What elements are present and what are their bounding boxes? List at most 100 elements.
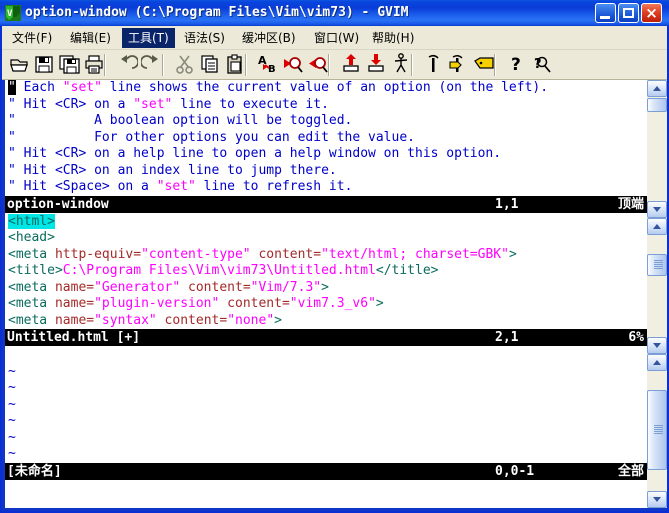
text-segment: "none" xyxy=(227,312,275,328)
text-line: <title>C:\Program Files\Vim\vim73\Untitl… xyxy=(8,263,439,279)
text-segment: </title> xyxy=(375,263,439,278)
minimize-button[interactable] xyxy=(595,3,616,23)
open-icon[interactable] xyxy=(8,53,32,77)
menu-item-5[interactable]: 窗口(W) xyxy=(308,28,365,48)
text-segment: <meta xyxy=(8,296,55,311)
text-line: ~ xyxy=(8,446,16,462)
minimize-icon xyxy=(600,16,610,19)
text-segment: Each xyxy=(15,80,63,95)
save-icon[interactable] xyxy=(33,53,57,77)
text-segment: > xyxy=(375,296,384,311)
save-all-icon[interactable] xyxy=(58,53,82,77)
text-line: " Hit <CR> on an index line to jump ther… xyxy=(8,163,337,179)
find-replace-icon[interactable]: AB xyxy=(257,53,281,77)
menu-item-6[interactable]: 帮助(H) xyxy=(366,28,420,48)
find-next-icon[interactable] xyxy=(282,53,306,77)
text-line: ~ xyxy=(8,413,16,429)
status-line: option-window 1,1 顶端 xyxy=(5,195,647,213)
text-segment: C:\Program Files\Vim\vim73\Untitled.html xyxy=(62,263,376,278)
status-pos: 0,0-1 xyxy=(495,463,535,479)
text-segment: " For other options you can edit the val… xyxy=(8,129,415,145)
scrollbar-track[interactable] xyxy=(647,235,667,337)
text-segment: ~ xyxy=(8,396,16,412)
text-line: <meta name="Generator" content="Vim/7.3"… xyxy=(8,280,329,296)
scrollbar-grip xyxy=(654,260,663,270)
text-line: ~ xyxy=(8,397,16,413)
scrollbar-track[interactable] xyxy=(647,97,667,201)
status-pos: 2,1 xyxy=(495,330,519,345)
text-segment: <meta xyxy=(8,312,55,328)
menu-item-0[interactable]: 文件(F) xyxy=(6,28,58,48)
scrollbar-unnamed[interactable] xyxy=(647,354,667,508)
text-line: " Each "set" line shows the current valu… xyxy=(8,80,548,96)
close-button[interactable]: × xyxy=(641,3,662,23)
scroll-down-arrow-icon[interactable] xyxy=(647,337,667,354)
text-segment: "set" xyxy=(62,80,102,95)
text-line: ~ xyxy=(8,380,16,396)
text-segment: line to execute it. xyxy=(172,96,329,112)
text-segment: line shows the current value of an optio… xyxy=(101,80,549,95)
text-line: <meta name="plugin-version" content="vim… xyxy=(8,296,384,312)
text-segment: " Hit <Space> on a xyxy=(8,179,157,194)
scrollbar-thumb[interactable] xyxy=(647,254,667,276)
text-segment: content= xyxy=(156,312,228,328)
help-icon[interactable]: ? xyxy=(506,53,530,77)
status-pct: 顶端 xyxy=(617,196,644,212)
text-segment: http-equiv= xyxy=(54,246,142,262)
text-segment: <title> xyxy=(8,263,63,278)
text-segment: ~ xyxy=(8,446,16,461)
scroll-down-arrow-icon[interactable] xyxy=(647,491,667,508)
menu-item-2[interactable]: 工具(T) xyxy=(122,28,175,48)
menu-item-4[interactable]: 缓冲区(B) xyxy=(236,28,302,48)
scroll-up-arrow-icon[interactable] xyxy=(647,80,667,97)
text-segment: "set" xyxy=(133,96,173,112)
scrollbar-option-window[interactable] xyxy=(647,80,667,218)
maximize-button[interactable] xyxy=(618,3,639,23)
menu-item-3[interactable]: 语法(S) xyxy=(178,28,231,48)
cut-icon[interactable] xyxy=(174,53,198,77)
run-script-icon[interactable] xyxy=(390,53,414,77)
copy-icon[interactable] xyxy=(199,53,223,77)
scrollbar-thumb[interactable] xyxy=(647,390,667,470)
text-segment: name= xyxy=(54,279,95,295)
scroll-up-arrow-icon[interactable] xyxy=(647,354,667,371)
maximize-icon xyxy=(623,8,634,18)
scrollbar-untitled-html[interactable] xyxy=(647,218,667,354)
jump-tag-icon[interactable] xyxy=(473,53,497,77)
text-line: " A boolean option will be toggled. xyxy=(8,113,352,129)
text-segment: " A boolean option will be toggled. xyxy=(8,113,353,128)
paste-icon[interactable] xyxy=(224,53,248,77)
text-segment: "vim7.3_v6" xyxy=(289,296,376,311)
title-bar: V option-window (C:\Program Files\Vim\vi… xyxy=(0,0,669,26)
build-tags-icon[interactable] xyxy=(448,53,472,77)
print-icon[interactable] xyxy=(83,53,107,77)
text-line: ~ xyxy=(8,364,16,380)
scroll-up-arrow-icon[interactable] xyxy=(647,218,667,235)
find-prev-icon[interactable] xyxy=(307,53,331,77)
text-segment: <head> xyxy=(8,230,55,245)
save-session-icon[interactable] xyxy=(365,53,389,77)
text-line: <html> xyxy=(8,213,55,230)
vim-icon: V xyxy=(4,4,22,22)
scrollbar-grip xyxy=(654,425,663,435)
text-segment: line to refresh it. xyxy=(195,179,353,194)
editor-area: " Each "set" line shows the current valu… xyxy=(2,80,667,511)
status-pos: 1,1 xyxy=(495,196,519,212)
text-segment: " Hit <CR> on a help line to open a help… xyxy=(8,146,502,161)
scroll-down-arrow-icon[interactable] xyxy=(647,201,667,218)
text-segment: name= xyxy=(54,296,95,311)
text-segment: " Hit <CR> on an index line to jump ther… xyxy=(8,162,337,178)
redo-icon[interactable] xyxy=(139,53,165,77)
load-session-icon[interactable] xyxy=(340,53,364,77)
svg-text:B: B xyxy=(268,64,276,75)
status-name: option-window xyxy=(7,196,109,212)
scrollbar-thumb[interactable] xyxy=(647,98,667,112)
make-icon[interactable] xyxy=(423,53,447,77)
close-icon: × xyxy=(645,4,658,22)
undo-icon[interactable] xyxy=(116,53,140,77)
text-panes[interactable]: " Each "set" line shows the current valu… xyxy=(5,80,647,508)
text-segment: name= xyxy=(54,312,95,328)
find-help-icon[interactable]: ? xyxy=(531,53,555,77)
menu-item-1[interactable]: 编辑(E) xyxy=(64,28,117,48)
text-segment: "text/html; charset=GBK" xyxy=(321,246,509,262)
